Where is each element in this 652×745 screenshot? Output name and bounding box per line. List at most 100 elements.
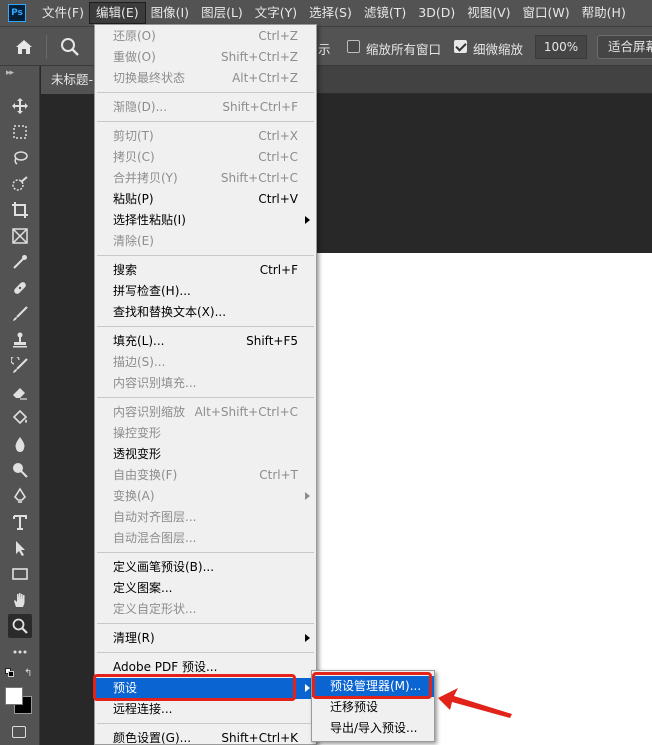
menu-item-fill[interactable]: 填充(L)... Shift+F5 xyxy=(95,331,316,352)
menu-item-label: 拼写检查(H)... xyxy=(113,284,191,298)
menu-item-color-settings[interactable]: 颜色设置(G)... Shift+Ctrl+K xyxy=(95,728,316,745)
menu-item-label: 导出/导入预设... xyxy=(330,721,418,735)
submenu-arrow-icon xyxy=(305,216,310,224)
menu-item-label: 自动混合图层... xyxy=(113,531,197,545)
menu-item-label: 清除(E) xyxy=(113,234,154,248)
quick-select-icon[interactable] xyxy=(8,172,32,196)
menu-item-perspective-warp[interactable]: 透视变形 xyxy=(95,444,316,465)
menu-item-toggle-last-state[interactable]: 切换最终状态 Alt+Ctrl+Z xyxy=(95,68,316,89)
menu-item-shortcut: Ctrl+C xyxy=(258,150,298,164)
quick-mask-icon[interactable] xyxy=(12,726,26,738)
eyedropper-icon[interactable] xyxy=(8,250,32,274)
menu-edit[interactable]: 编辑(E) xyxy=(88,2,146,24)
lasso-icon[interactable] xyxy=(8,146,32,170)
document-tab[interactable]: 未标题-1 xyxy=(41,66,101,94)
menu-window[interactable]: 窗口(W) xyxy=(517,3,576,23)
menu-item-content-aware-scale[interactable]: 内容识别缩放 Alt+Shift+Ctrl+C xyxy=(95,402,316,423)
menu-item-paste[interactable]: 粘贴(P) Ctrl+V xyxy=(95,189,316,210)
stamp-icon[interactable] xyxy=(8,328,32,352)
hand-icon[interactable] xyxy=(8,588,32,612)
healing-icon[interactable] xyxy=(8,276,32,300)
default-colors-icon[interactable] xyxy=(5,668,15,678)
menu-item-label: 合并拷贝(Y) xyxy=(113,171,178,185)
menu-filter[interactable]: 滤镜(T) xyxy=(358,3,412,23)
menu-item-cut[interactable]: 剪切(T) Ctrl+X xyxy=(95,126,316,147)
submenu-arrow-icon xyxy=(305,492,310,500)
eraser-icon[interactable] xyxy=(8,380,32,404)
rectangle-icon[interactable] xyxy=(8,562,32,586)
menu-item-clear[interactable]: 清除(E) xyxy=(95,231,316,252)
menu-item-label: 拷贝(C) xyxy=(113,150,155,164)
menu-item-fade[interactable]: 渐隐(D)... Shift+Ctrl+F xyxy=(95,97,316,118)
menu-item-transform[interactable]: 变换(A) xyxy=(95,486,316,507)
history-brush-icon[interactable] xyxy=(8,354,32,378)
menu-item-label: 操控变形 xyxy=(113,426,162,440)
path-select-icon[interactable] xyxy=(8,536,32,560)
resize-windows-checkbox[interactable] xyxy=(347,40,360,53)
scrubby-zoom-checkbox[interactable] xyxy=(454,40,467,53)
menu-item-purge[interactable]: 清理(R) xyxy=(95,628,316,649)
menu-item-label: 搜索 xyxy=(113,263,138,277)
menu-item-copy[interactable]: 拷贝(C) Ctrl+C xyxy=(95,147,316,168)
menu-item-copy-merged[interactable]: 合并拷贝(Y) Shift+Ctrl+C xyxy=(95,168,316,189)
submenu-arrow-icon xyxy=(305,684,310,692)
menu-item-paste-special[interactable]: 选择性粘贴(I) xyxy=(95,210,316,231)
menu-item-redo[interactable]: 重做(O) Shift+Ctrl+Z xyxy=(95,47,316,68)
panel-grip-icon[interactable]: ▸▸ xyxy=(6,68,14,78)
dodge-icon[interactable] xyxy=(8,458,32,482)
menu-item-undo[interactable]: 还原(O) Ctrl+Z xyxy=(95,26,316,47)
menu-item-remote-connections[interactable]: 远程连接... xyxy=(95,699,316,720)
menu-view[interactable]: 视图(V) xyxy=(461,3,516,23)
type-icon[interactable] xyxy=(8,510,32,534)
menu-item-free-transform[interactable]: 自由变换(F) Ctrl+T xyxy=(95,465,316,486)
menu-item-check-spelling[interactable]: 拼写检查(H)... xyxy=(95,281,316,302)
move-icon[interactable] xyxy=(8,94,32,118)
menu-item-label: 自由变换(F) xyxy=(113,468,178,482)
annotation-arrow-icon xyxy=(438,688,512,718)
blur-icon[interactable] xyxy=(8,432,32,456)
menu-item-shortcut: Shift+Ctrl+Z xyxy=(221,50,298,64)
menu-item-label: 变换(A) xyxy=(113,489,155,503)
menu-item-auto-blend-layers[interactable]: 自动混合图层... xyxy=(95,528,316,549)
menu-3d[interactable]: 3D(D) xyxy=(412,3,461,23)
photoshop-logo[interactable]: Ps xyxy=(8,4,26,22)
menu-divider xyxy=(97,326,314,327)
swap-colors-icon[interactable]: ↰ xyxy=(24,668,32,679)
menu-item-search[interactable]: 搜索 Ctrl+F xyxy=(95,260,316,281)
menu-item-label: 剪切(T) xyxy=(113,129,154,143)
menu-help[interactable]: 帮助(H) xyxy=(576,3,632,23)
menu-item-shortcut: Ctrl+T xyxy=(259,468,298,482)
menu-item-define-brush[interactable]: 定义画笔预设(B)... xyxy=(95,557,316,578)
zoom-percent-field[interactable]: 100% xyxy=(535,35,587,59)
foreground-color-swatch[interactable] xyxy=(5,687,23,705)
bucket-icon[interactable] xyxy=(8,406,32,430)
zoom-tool-icon[interactable] xyxy=(58,35,82,59)
zoom-icon[interactable] xyxy=(8,614,32,638)
menu-item-define-shape[interactable]: 定义自定形状... xyxy=(95,599,316,620)
menu-divider xyxy=(97,255,314,256)
menu-file[interactable]: 文件(F) xyxy=(36,3,90,23)
pen-icon[interactable] xyxy=(8,484,32,508)
menu-type[interactable]: 文字(Y) xyxy=(249,3,303,23)
frame-icon[interactable] xyxy=(8,224,32,248)
menu-item-content-aware-fill[interactable]: 内容识别填充... xyxy=(95,373,316,394)
fit-screen-button[interactable]: 适合屏幕 xyxy=(597,35,652,59)
marquee-icon[interactable] xyxy=(8,120,32,144)
menu-item-auto-align-layers[interactable]: 自动对齐图层... xyxy=(95,507,316,528)
more-icon[interactable] xyxy=(8,640,32,664)
submenu-item-migrate-presets[interactable]: 迁移预设 xyxy=(312,697,434,718)
submenu-item-export-import-presets[interactable]: 导出/导入预设... xyxy=(312,718,434,739)
menu-select[interactable]: 选择(S) xyxy=(303,3,358,23)
menu-item-stroke[interactable]: 描边(S)... xyxy=(95,352,316,373)
menu-image[interactable]: 图像(I) xyxy=(145,3,195,23)
menu-item-label: 定义图案... xyxy=(113,581,173,595)
menu-item-define-pattern[interactable]: 定义图案... xyxy=(95,578,316,599)
menu-item-label: 透视变形 xyxy=(113,447,162,461)
menu-item-find-replace[interactable]: 查找和替换文本(X)... xyxy=(95,302,316,323)
home-icon[interactable] xyxy=(12,35,36,59)
menu-item-puppet-warp[interactable]: 操控变形 xyxy=(95,423,316,444)
crop-icon[interactable] xyxy=(8,198,32,222)
menu-item-shortcut: Ctrl+F xyxy=(259,263,298,277)
menu-layer[interactable]: 图层(L) xyxy=(195,3,249,23)
brush-icon[interactable] xyxy=(8,302,32,326)
